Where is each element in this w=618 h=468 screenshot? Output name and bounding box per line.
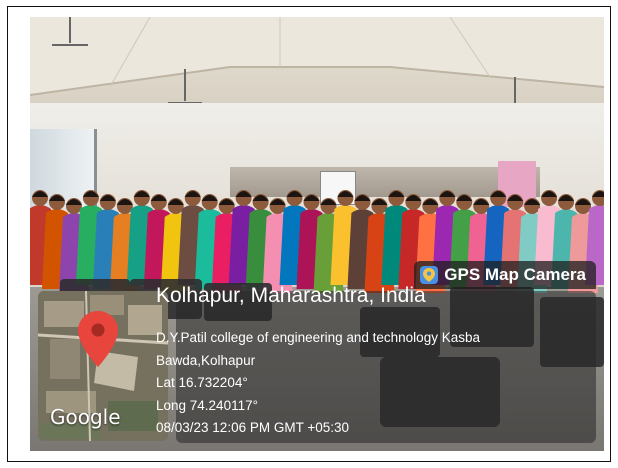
address-line-2: Bawda,Kolhapur [156,353,256,368]
location-pin-icon [78,311,118,367]
address-line-1: D.Y.Patil college of engineering and tec… [156,330,480,345]
latitude-text: Lat 16.732204° [156,375,248,390]
map-pin-icon [420,266,439,284]
map-thumbnail: Google [38,291,168,441]
google-logo: Google [50,405,121,429]
gps-map-camera-badge: GPS Map Camera [414,261,596,289]
longitude-text: Long 74.240117° [156,398,258,413]
badge-label: GPS Map Camera [444,265,586,284]
datetime-text: 08/03/23 12:06 PM GMT +05:30 [156,420,350,435]
location-title: Kolhapur, Maharashtra, India [156,284,426,307]
group-photo: GPS Map Camera Google [30,17,604,451]
